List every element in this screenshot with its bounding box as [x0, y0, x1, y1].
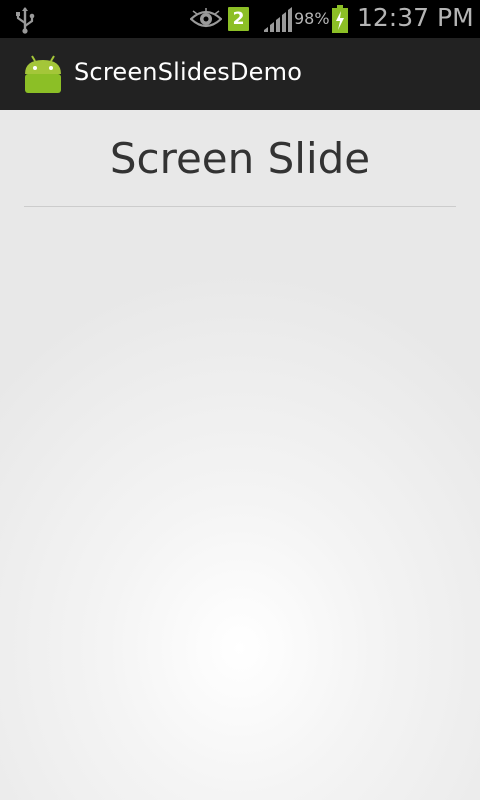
action-bar: ScreenSlidesDemo [0, 38, 480, 110]
signal-icon [264, 7, 292, 32]
eye-icon [190, 8, 222, 28]
app-title: ScreenSlidesDemo [74, 58, 303, 86]
battery-charging-icon [332, 5, 348, 33]
status-bar: 2 98% 12:37 PM [0, 0, 480, 38]
android-icon[interactable] [22, 54, 64, 94]
usb-icon [16, 7, 35, 34]
notification-count-badge: 2 [228, 7, 249, 31]
slide-title: Screen Slide [109, 134, 371, 183]
status-clock: 12:37 PM [357, 3, 474, 32]
slide-content[interactable]: Screen Slide [0, 110, 480, 800]
battery-percent: 98% [294, 9, 330, 28]
title-divider [24, 206, 456, 207]
